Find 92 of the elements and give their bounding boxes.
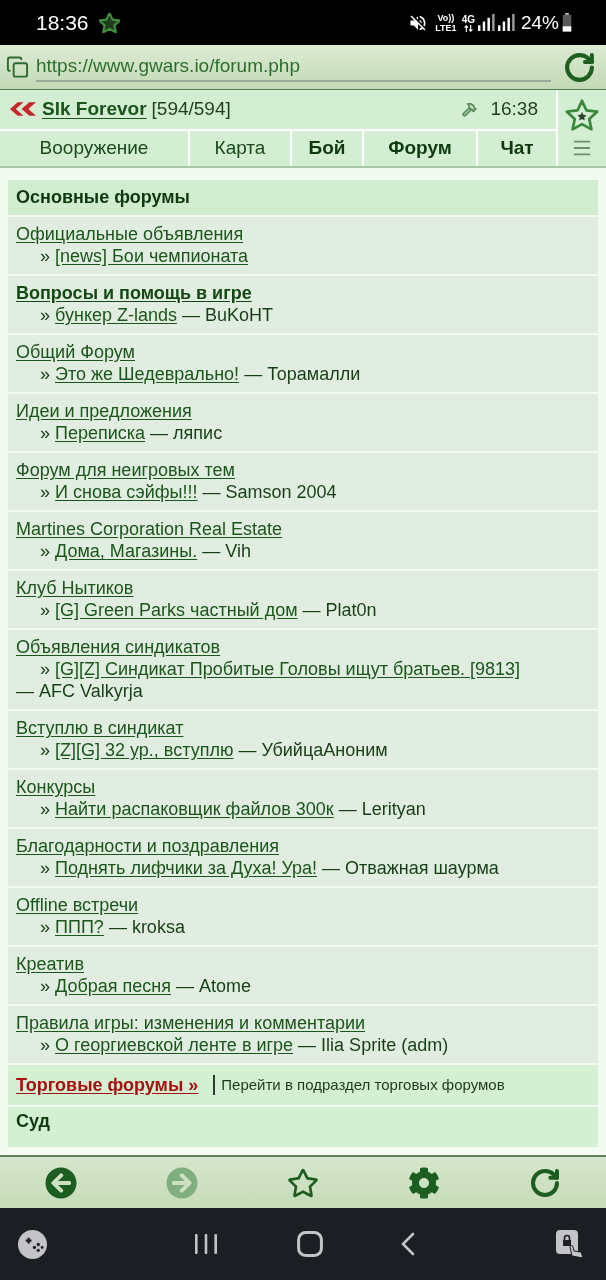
forum-link[interactable]: Объявления синдикатов [16,637,221,657]
nav-tab[interactable]: Карта [190,130,292,166]
topic-author: — Vih [202,541,251,561]
player-health: [594/594] [151,97,231,122]
topic-author: — Торамалли [244,364,361,384]
topic-link[interactable]: Добрая песня [55,976,171,996]
topic-bullet: » [40,305,50,325]
forum-link[interactable]: Общий Форум [16,342,135,362]
topic-link[interactable]: Поднять лифчики за Духа! Ура! [55,858,318,878]
reload-icon[interactable] [563,50,596,84]
double-chevron-icon[interactable] [10,102,37,117]
topic-author: — kroksa [108,917,185,937]
topic-author: — Ilia Sprite (adm) [298,1035,449,1055]
forum-link[interactable]: Клуб Нытиков [16,578,134,598]
battery-icon [562,13,572,32]
volte-label: Vo)) [437,12,455,23]
topic-author: — BuKoHT [182,305,274,325]
forum-link[interactable]: Благодарности и поздравления [16,836,280,856]
topic-author: — Samson 2004 [202,482,337,502]
back-icon[interactable] [401,1232,416,1256]
url-field[interactable]: https://www.gwars.io/forum.php [36,52,551,82]
topic-link[interactable]: [G] Green Parks частный дом [55,600,298,620]
forum-link[interactable]: Конкурсы [16,777,96,797]
trade-description: Перейти в подраздел торговых форумов [221,1074,505,1095]
topic-author: — Lerityan [338,799,426,819]
topic-link[interactable]: Переписка [55,423,146,443]
topic-bullet: » [40,246,50,266]
topic-bullet: » [40,423,50,443]
forum-link[interactable]: Креатив [16,954,84,974]
forum-link[interactable]: Offline встречи [16,895,139,915]
gamepad-icon[interactable] [18,1229,47,1259]
nav-tab[interactable]: Форум [364,130,478,166]
section-title: Основные форумы [16,186,190,209]
recent-apps-icon[interactable] [193,1234,218,1254]
trade-forums-link[interactable]: Торговые форумы » [16,1071,199,1099]
section-title: Суд [16,1111,50,1131]
topic-link[interactable]: бункер Z-lands [55,305,177,325]
topic-link[interactable]: [G][Z] Синдикат Пробитые Головы ищут братьев. [9813] [55,659,521,679]
nav-tab[interactable]: Чат [478,130,556,166]
topic-link[interactable]: [Z][G] 32 ур., вступлю [55,740,234,760]
hammer-icon [462,101,478,117]
player-link[interactable]: Slk Forevor [42,95,147,124]
forum-link[interactable]: Вступлю в синдикат [16,718,184,738]
topic-author: — Отважная шаурма [322,858,499,878]
topic-link[interactable]: ППП? [55,917,104,937]
topic-bullet: » [40,976,50,996]
forum-link[interactable]: Идеи и предложения [16,401,192,421]
back-arrow-icon[interactable] [44,1166,77,1199]
topic-bullet: » [40,858,50,878]
star-icon[interactable] [565,99,599,132]
topic-link[interactable]: Дома, Магазины. [55,541,198,561]
screen-lock-icon[interactable] [556,1230,584,1258]
topic-bullet: » [40,1035,50,1055]
settings-icon[interactable] [408,1166,441,1199]
nav-tab[interactable]: Бой [292,130,364,166]
topic-author: — Atome [176,976,251,996]
reload-icon[interactable] [529,1166,562,1199]
nav-tab[interactable]: Вооружение [0,130,190,166]
topic-link[interactable]: Найти распаковщик файлов 300к [55,799,334,819]
forum-link[interactable]: Правила игры: изменения и комментарии [16,1013,366,1033]
topic-author: — ляпис [150,423,223,443]
home-icon[interactable] [296,1231,323,1257]
topic-bullet: » [40,541,50,561]
topic-bullet: » [40,600,50,620]
copy-icon[interactable] [6,55,29,79]
topic-link[interactable]: Это же Шедеврально! [55,364,240,384]
forum-link[interactable]: Martines Corporation Real Estate [16,519,283,539]
topic-link[interactable]: О георгиевской ленте в игре [55,1035,294,1055]
signal-icon [477,14,495,31]
data-arrows-icon [463,24,473,32]
topic-bullet: » [40,799,50,819]
forum-link[interactable]: Форум для неигровых тем [16,460,235,480]
topic-link[interactable]: [news] Бои чемпионата [55,246,249,266]
topic-author: — Plat0n [302,600,377,620]
server-time: 16:38 [490,97,538,122]
forum-link[interactable]: Официальные объявления [16,224,244,244]
status-time: 18:36 [36,12,89,33]
star-icon [98,12,120,33]
topic-bullet: » [40,917,50,937]
topic-author: — УбийцаАноним [238,740,388,760]
topic-bullet: » [40,659,50,679]
topic-bullet: » [40,364,50,384]
star-icon[interactable] [287,1166,319,1199]
lte-label: LTE1 [435,22,457,33]
forum-link[interactable]: Вопросы и помощь в игре [16,283,252,303]
topic-bullet: » [40,482,50,502]
topic-link[interactable]: И снова сэйфы!!! [55,482,198,502]
signal-icon [497,14,515,31]
topic-author: — AFC Valkyrja [16,681,143,701]
topic-bullet: » [40,740,50,760]
battery-percent: 24% [520,13,559,32]
network-label: 4G [461,13,475,25]
